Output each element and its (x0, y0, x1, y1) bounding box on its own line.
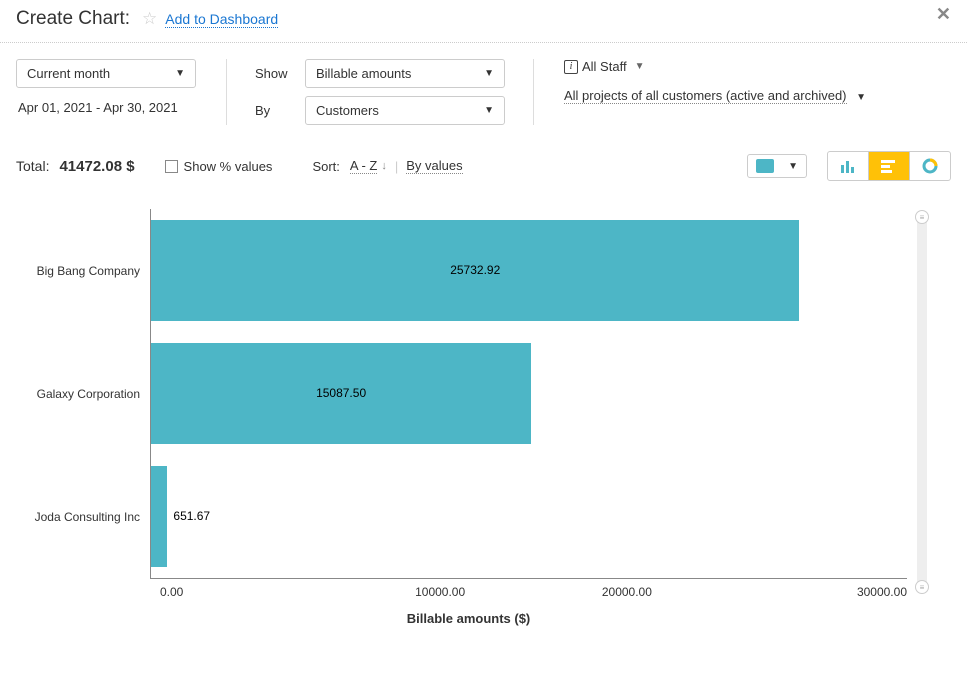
sort-az-button[interactable]: A - Z (350, 158, 377, 174)
bar-row: 15087.50 (151, 332, 907, 455)
page-title: Create Chart: (16, 8, 130, 30)
y-axis-labels: Big Bang Company Galaxy Corporation Joda… (30, 209, 150, 579)
horizontal-bar-icon (881, 159, 897, 173)
by-row: By Customers ▼ (255, 96, 505, 125)
bar-value-label: 651.67 (173, 509, 210, 523)
x-axis-title: Billable amounts ($) (30, 611, 907, 626)
x-tick-label: 0.00 (160, 585, 347, 599)
staff-filter-label: All Staff (582, 59, 627, 74)
chart-controls: Total: 41472.08 $ Show % values Sort: A … (0, 143, 967, 189)
projects-filter-label: All projects of all customers (active an… (564, 88, 847, 103)
date-range-text: Apr 01, 2021 - Apr 30, 2021 (16, 96, 196, 119)
chevron-down-icon: ▼ (175, 68, 185, 79)
info-icon: i (564, 60, 578, 74)
show-percent-label: Show % values (184, 159, 273, 174)
show-by-column: Show Billable amounts ▼ By Customers ▼ (226, 59, 534, 125)
scroll-handle-bottom[interactable]: ≡ (915, 580, 929, 594)
favorite-star-icon[interactable]: ☆ (142, 9, 157, 29)
bar-row: 25732.92 (151, 209, 907, 332)
show-select-value: Billable amounts (316, 66, 411, 81)
chevron-down-icon: ▼ (484, 105, 494, 116)
bar-value-label: 15087.50 (316, 386, 366, 400)
chevron-down-icon: ▼ (484, 68, 494, 79)
donut-icon (922, 158, 938, 174)
divider: | (395, 159, 398, 174)
bar-value-label: 25732.92 (450, 263, 500, 277)
total-value: 41472.08 $ (59, 158, 134, 175)
chart-type-toggle (827, 151, 951, 181)
header: Create Chart: ☆ Add to Dashboard ✕ (0, 0, 967, 43)
scroll-handle-top[interactable]: ≡ (915, 210, 929, 224)
chart-plot: 25732.92 15087.50 651.67 (150, 209, 907, 579)
chart-type-vertical-bar[interactable] (828, 152, 868, 180)
show-label: Show (255, 66, 291, 81)
chevron-down-icon: ▼ (635, 61, 645, 72)
projects-filter[interactable]: All projects of all customers (active an… (564, 88, 866, 104)
x-tick-label: 20000.00 (534, 585, 721, 599)
color-swatch-icon (756, 159, 774, 173)
total-label: Total: (16, 158, 49, 174)
checkbox-icon (165, 160, 178, 173)
chevron-down-icon: ▼ (856, 92, 866, 103)
bar[interactable]: 25732.92 (151, 220, 799, 321)
y-tick-label: Joda Consulting Inc (30, 510, 140, 524)
filter-bar: Current month ▼ Apr 01, 2021 - Apr 30, 2… (0, 43, 967, 143)
sort-by-values-button[interactable]: By values (406, 158, 462, 174)
period-select-value: Current month (27, 66, 110, 81)
y-tick-label: Big Bang Company (30, 264, 140, 278)
y-tick-label: Galaxy Corporation (30, 387, 140, 401)
bar[interactable]: 651.67 (151, 466, 167, 567)
close-icon[interactable]: ✕ (936, 4, 951, 25)
show-percent-checkbox[interactable]: Show % values (165, 159, 273, 174)
period-select[interactable]: Current month ▼ (16, 59, 196, 88)
vertical-bar-icon (840, 159, 856, 173)
chart-type-donut[interactable] (909, 152, 950, 180)
chart-type-horizontal-bar[interactable] (868, 152, 909, 180)
arrow-down-icon: ↓ (381, 160, 387, 172)
chart-scrollbar[interactable]: ≡ ≡ (917, 217, 927, 587)
color-picker[interactable]: ▼ (747, 154, 807, 178)
x-tick-label: 30000.00 (720, 585, 907, 599)
bar[interactable]: 15087.50 (151, 343, 531, 444)
chart-area: Big Bang Company Galaxy Corporation Joda… (0, 189, 967, 646)
show-select[interactable]: Billable amounts ▼ (305, 59, 505, 88)
scope-column: i All Staff ▼ All projects of all custom… (564, 59, 866, 125)
show-row: Show Billable amounts ▼ (255, 59, 505, 88)
add-to-dashboard-link[interactable]: Add to Dashboard (165, 11, 278, 28)
staff-filter[interactable]: i All Staff ▼ (564, 59, 866, 74)
bar-row: 651.67 (151, 455, 907, 578)
by-label: By (255, 103, 291, 118)
date-filter-column: Current month ▼ Apr 01, 2021 - Apr 30, 2… (16, 59, 196, 125)
x-axis: 0.00 10000.00 20000.00 30000.00 (160, 585, 907, 599)
by-select-value: Customers (316, 103, 379, 118)
by-select[interactable]: Customers ▼ (305, 96, 505, 125)
x-tick-label: 10000.00 (347, 585, 534, 599)
sort-label: Sort: (312, 159, 339, 174)
chevron-down-icon: ▼ (788, 161, 798, 172)
